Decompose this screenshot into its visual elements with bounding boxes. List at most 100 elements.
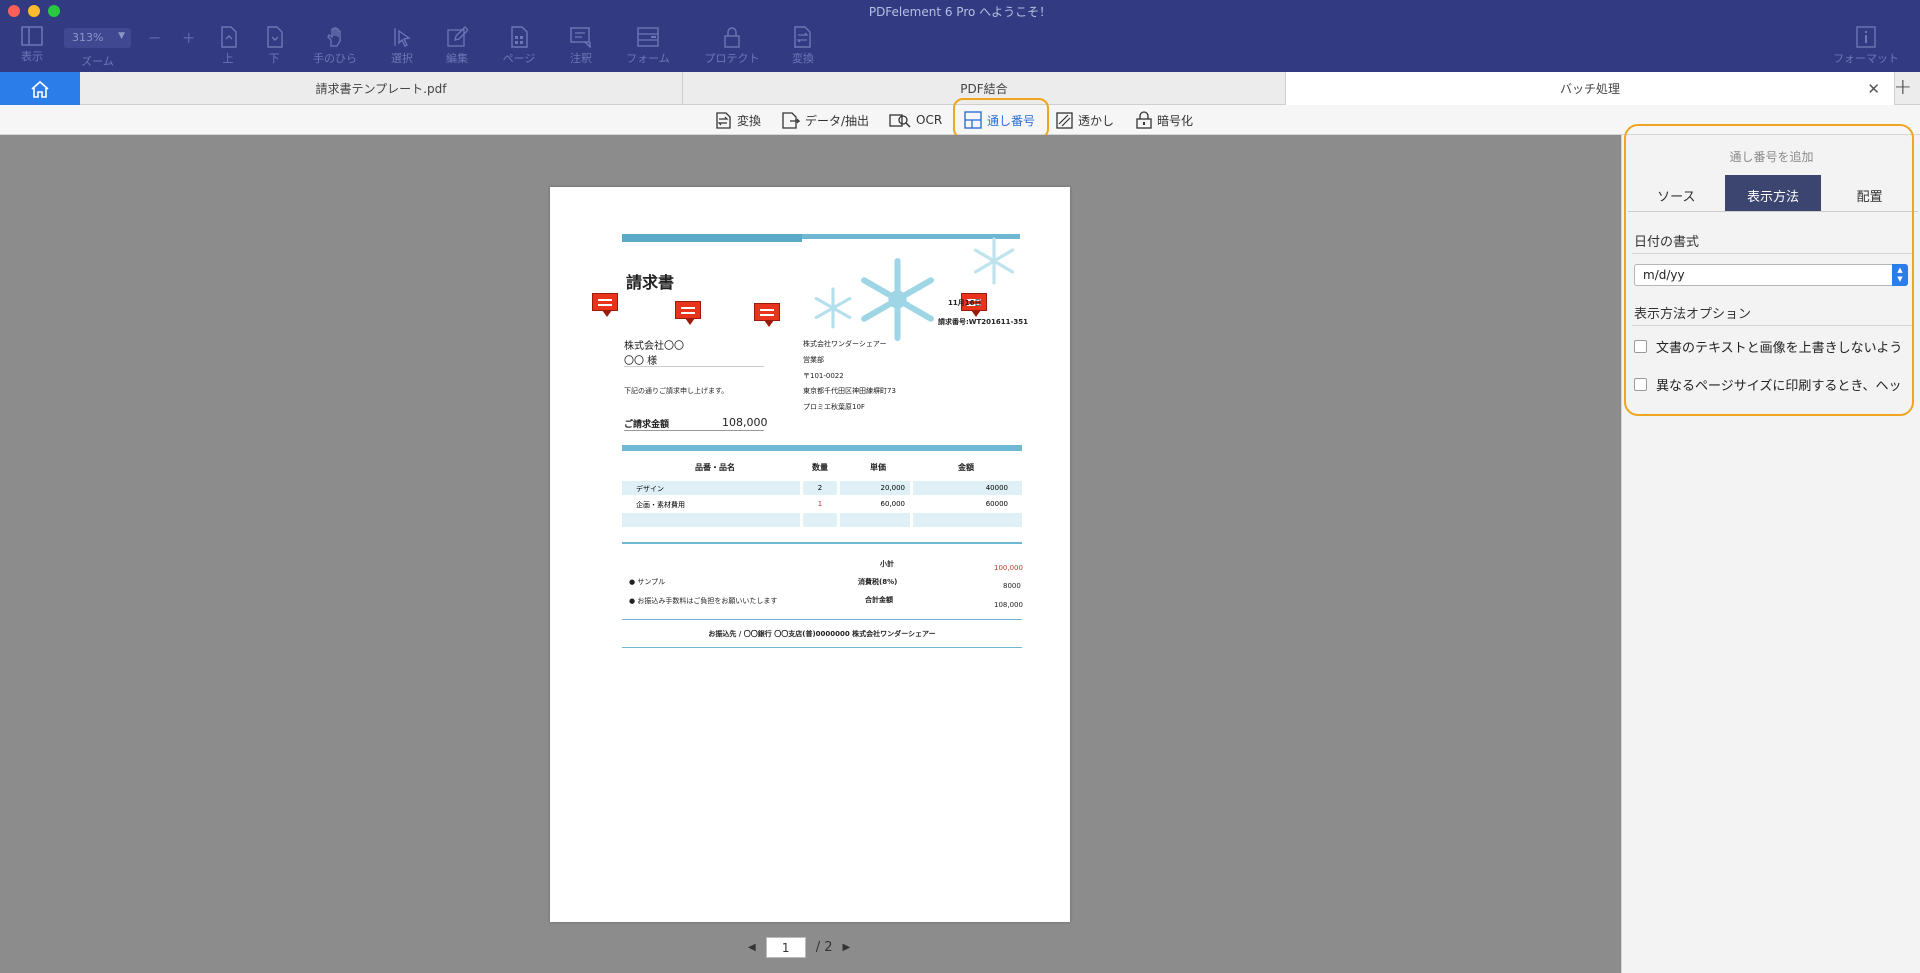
option-no-overwrite-label: 文書のテキストと画像を上書きしないよう <box>1656 341 1903 356</box>
document-canvas[interactable]: 請求書 11月16日 請求番号:WT201611-351 株式会社〇〇 〇〇 様… <box>0 135 1621 973</box>
home-icon <box>31 80 49 98</box>
hand-tool-button[interactable]: 手のひら <box>307 26 363 66</box>
tab-label: PDF結合 <box>960 82 1008 96</box>
batch-encrypt-label: 暗号化 <box>1157 113 1194 128</box>
batch-watermark-button[interactable]: 透かし <box>1056 109 1114 131</box>
batch-extract-label: データ/抽出 <box>805 113 870 128</box>
view-button[interactable]: 表示 <box>4 26 60 64</box>
page-down-icon <box>267 26 283 48</box>
tab-display-method[interactable]: 表示方法 <box>1724 175 1822 211</box>
bank-info: お振込先 / 〇〇銀行 〇〇支店(普)0000000 株式会社ワンダーシェアー <box>708 630 936 638</box>
option-page-size-label: 異なるページサイズに印刷するとき、ヘッ <box>1656 379 1902 394</box>
tab-source[interactable]: ソース <box>1628 175 1725 211</box>
close-icon[interactable]: ✕ <box>1867 80 1880 98</box>
table-row: 企画・素材費用 1 60,000 60000 <box>622 497 1022 511</box>
edit-button[interactable]: 編集 <box>429 26 485 66</box>
protect-button[interactable]: プロテクト <box>702 26 762 66</box>
divider <box>1632 253 1914 254</box>
zoom-label: ズーム <box>81 55 114 68</box>
bates-highlight-outline <box>953 98 1049 139</box>
table-row: デザイン 2 20,000 40000 <box>622 481 1022 495</box>
option-no-overwrite-checkbox[interactable] <box>1634 340 1647 353</box>
tax-label: 消費税(8%) <box>858 578 898 586</box>
batch-ocr-button[interactable]: OCR <box>889 109 942 131</box>
table-cell: 60000 <box>913 497 1022 511</box>
table-cell: 企画・素材費用 <box>622 497 800 511</box>
select-tool-button[interactable]: 選択 <box>374 26 430 66</box>
chevron-down-icon: ▼ <box>118 31 125 41</box>
home-tab[interactable] <box>0 72 80 105</box>
lock-icon <box>1136 111 1152 129</box>
tab-label: バッチ処理 <box>1559 82 1620 96</box>
prev-page-icon[interactable]: ◀ <box>748 942 756 953</box>
batch-watermark-label: 透かし <box>1078 113 1115 128</box>
edit-icon <box>447 26 468 47</box>
divider <box>624 366 764 367</box>
page-navigator: ◀ 1 / 2 ▶ <box>748 937 850 958</box>
subtotal-value: 100,000 <box>994 564 1023 572</box>
watermark-icon <box>1056 111 1073 129</box>
tab-batch-process[interactable]: バッチ処理 ✕ <box>1286 72 1895 105</box>
option-no-overwrite[interactable]: 文書のテキストと画像を上書きしないよう <box>1634 337 1914 356</box>
zoom-out-button[interactable]: − <box>148 28 161 47</box>
divider <box>624 430 764 431</box>
zoom-select[interactable]: 313% ▼ <box>64 28 131 48</box>
next-page-icon[interactable]: ▶ <box>843 942 851 953</box>
snowflake-icon <box>973 237 1015 285</box>
ocr-icon <box>889 113 911 127</box>
date-format-label: 日付の書式 <box>1634 235 1700 250</box>
tab-invoice-pdf[interactable]: 請求書テンプレート.pdf <box>80 72 683 105</box>
batch-extract-button[interactable]: データ/抽出 <box>781 109 869 131</box>
info-icon <box>1856 26 1876 48</box>
batch-ocr-label: OCR <box>916 113 943 127</box>
amount-value: 108,000 <box>722 416 768 429</box>
lock-icon <box>724 27 740 48</box>
options-label: 表示方法オプション <box>1634 307 1752 322</box>
page-button[interactable]: ページ <box>491 26 547 66</box>
note-bullet: ● お振込み手数料はご負担をお願いいたします <box>629 597 778 605</box>
client-name: 〇〇 様 <box>624 356 658 367</box>
table-header-qty: 数量 <box>812 463 828 472</box>
option-page-size[interactable]: 異なるページサイズに印刷するとき、ヘッ <box>1634 375 1914 394</box>
page-down-button[interactable]: 下 <box>246 26 302 66</box>
batch-convert-button[interactable]: 変換 <box>715 109 761 131</box>
table-cell: デザイン <box>622 481 800 495</box>
convert-icon <box>716 111 731 129</box>
batch-encrypt-button[interactable]: 暗号化 <box>1136 109 1193 131</box>
issuer-building: プロミエ秋葉原10F <box>803 403 865 411</box>
table-top-bar <box>622 445 1022 451</box>
option-page-size-checkbox[interactable] <box>1634 378 1647 391</box>
add-tab-icon[interactable]: + <box>1894 75 1912 100</box>
table-cell: 20,000 <box>840 481 910 495</box>
tab-label: 請求書テンプレート.pdf <box>315 82 447 96</box>
date-format-select[interactable]: m/d/yy ▲ ▼ <box>1634 264 1908 286</box>
tab-placement[interactable]: 配置 <box>1821 175 1918 211</box>
divider <box>622 619 1022 620</box>
date-format-value: m/d/yy <box>1643 268 1685 282</box>
page-icon <box>511 26 528 48</box>
issuer-zip: 〒101-0022 <box>803 372 844 380</box>
format-button[interactable]: フォーマット <box>1826 26 1906 66</box>
tax-value: 8000 <box>1003 582 1021 590</box>
issuer-dept: 営業部 <box>803 356 824 364</box>
zoom-in-button[interactable]: + <box>182 28 195 47</box>
comment-marker-icon[interactable] <box>675 301 701 325</box>
comment-marker-icon[interactable] <box>592 293 618 317</box>
page-number-input[interactable]: 1 <box>765 937 806 958</box>
client-company: 株式会社〇〇 <box>624 341 684 352</box>
table-row <box>622 513 1022 527</box>
table-bottom-line <box>622 542 1022 544</box>
form-icon <box>637 27 659 47</box>
batch-convert-label: 変換 <box>737 113 762 128</box>
pdf-page[interactable]: 請求書 11月16日 請求番号:WT201611-351 株式会社〇〇 〇〇 様… <box>550 187 1070 922</box>
convert-button[interactable]: 変換 <box>775 26 831 66</box>
invoice-title: 請求書 <box>626 273 675 292</box>
note-bullet: ● サンプル <box>629 578 666 586</box>
invoice-number: 請求番号:WT201611-351 <box>938 318 1029 326</box>
cursor-icon <box>394 28 411 47</box>
comment-button[interactable]: 注釈 <box>553 26 609 66</box>
comment-marker-icon[interactable] <box>754 303 780 327</box>
title-toolbar: PDFelement 6 Pro へようこそ！ 表示 313% ▼ ズーム − +… <box>0 0 1920 72</box>
form-button[interactable]: フォーム <box>620 26 676 66</box>
table-header-item: 品番・品名 <box>695 463 735 472</box>
